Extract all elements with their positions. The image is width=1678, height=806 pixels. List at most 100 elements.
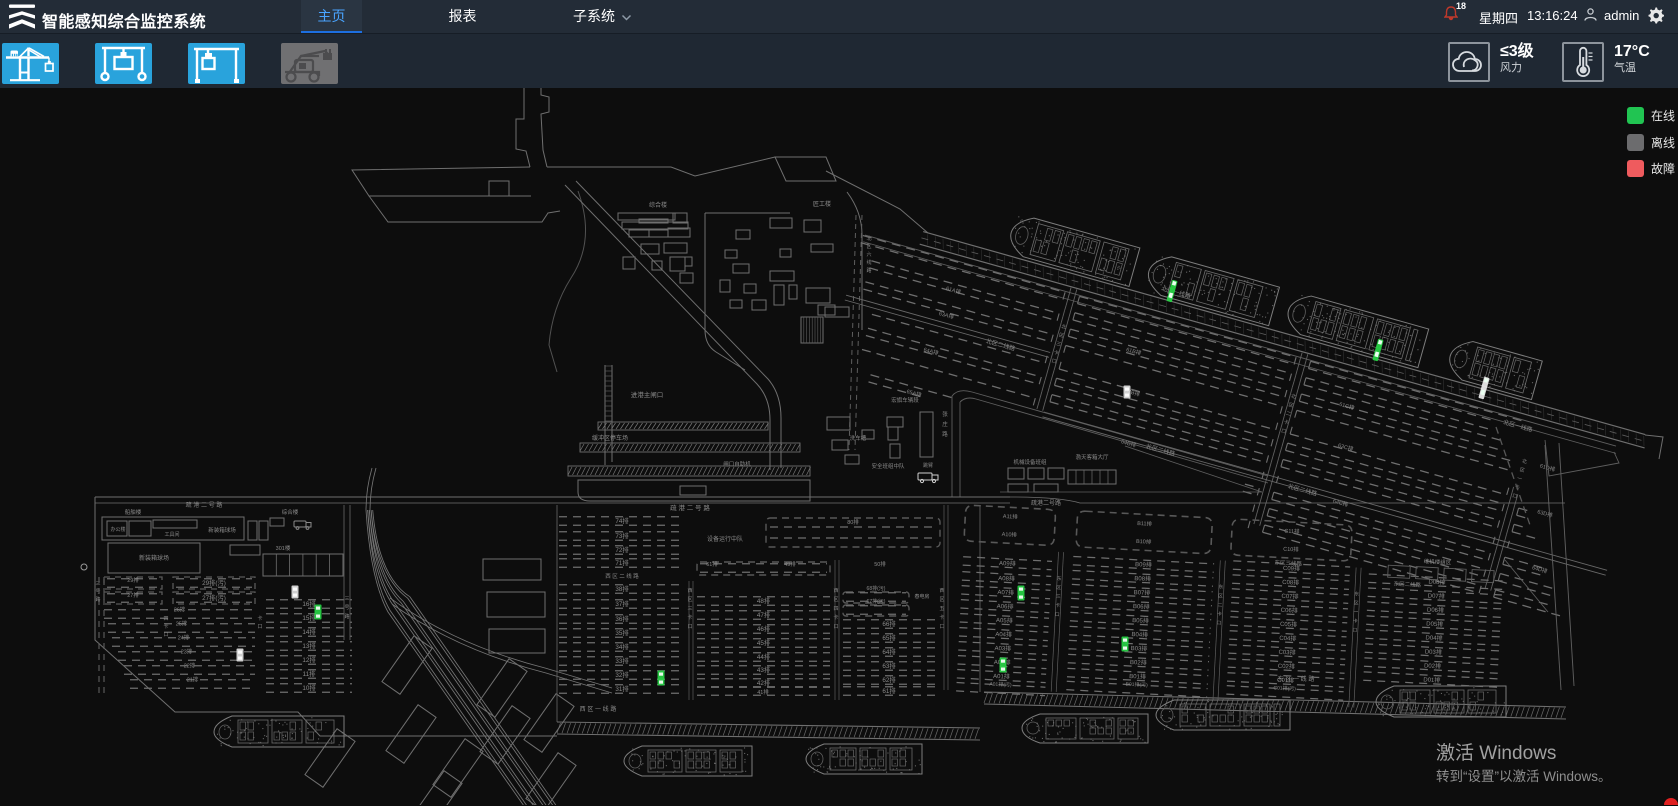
svg-text:D02排: D02排 (1424, 661, 1441, 670)
svg-text:卡: 卡 (1283, 418, 1290, 426)
svg-text:63A排: 63A排 (938, 309, 955, 321)
svg-text:综合楼: 综合楼 (649, 201, 667, 209)
svg-text:62排: 62排 (882, 675, 896, 684)
svg-text:匠工楼: 匠工楼 (813, 200, 831, 208)
svg-text:缓冲区停车场: 缓冲区停车场 (592, 434, 628, 442)
svg-text:北: 北 (1290, 392, 1297, 400)
svg-text:13排: 13排 (302, 641, 316, 650)
svg-text:47排: 47排 (757, 610, 771, 619)
svg-text:36排: 36排 (615, 614, 629, 623)
svg-text:65排: 65排 (882, 633, 896, 642)
svg-text:26排: 26排 (174, 606, 186, 614)
svg-text:66排: 66排 (882, 619, 896, 628)
svg-text:机械设备班组: 机械设备班组 (1013, 458, 1047, 466)
svg-text:44排: 44排 (757, 652, 771, 661)
svg-text:A01排: A01排 (993, 672, 1010, 681)
svg-text:B02排: B02排 (1130, 658, 1147, 667)
svg-text:B04排: B04排 (1131, 630, 1148, 639)
svg-text:43排: 43排 (757, 665, 771, 674)
svg-text:北区二线路: 北区二线路 (985, 337, 1016, 353)
svg-text:六: 六 (866, 251, 871, 258)
svg-text:34排: 34排 (615, 642, 629, 651)
svg-text:西 区 二 线 路: 西 区 二 线 路 (605, 572, 639, 580)
svg-text:B06排: B06排 (1133, 602, 1150, 611)
svg-text:路: 路 (95, 596, 100, 603)
svg-text:张: 张 (942, 410, 948, 418)
svg-text:号: 号 (95, 589, 100, 595)
svg-text:41排: 41排 (757, 688, 769, 696)
svg-text:转到“设置”以激活 Windows。: 转到“设置”以激活 Windows。 (1436, 769, 1612, 784)
svg-text:口: 口 (1216, 620, 1221, 626)
svg-text:B01排(污): B01排(污) (1125, 681, 1148, 689)
svg-text:45排: 45排 (757, 638, 771, 647)
svg-text:A09排: A09排 (999, 559, 1016, 568)
svg-text:跳臂: 跳臂 (923, 462, 933, 469)
svg-text:激活 Windows: 激活 Windows (1436, 742, 1556, 764)
svg-text:二: 二 (1217, 602, 1222, 608)
svg-text:C11排: C11排 (1284, 527, 1300, 536)
svg-text:东: 东 (1218, 583, 1223, 590)
svg-text:37排: 37排 (615, 599, 629, 608)
svg-text:春电房: 春电房 (914, 593, 929, 600)
svg-text:27排: 27排 (127, 591, 139, 599)
svg-text:C02排: C02排 (1278, 662, 1295, 671)
svg-text:12排: 12排 (302, 655, 316, 664)
svg-text:疏港二号路: 疏港二号路 (1031, 499, 1061, 507)
svg-text:61排: 61排 (882, 686, 896, 695)
svg-text:一: 一 (1353, 610, 1358, 615)
svg-text:号: 号 (344, 605, 349, 611)
svg-text:C08排: C08排 (1282, 578, 1299, 587)
svg-text:B01排: B01排 (1129, 672, 1146, 681)
svg-text:B03排: B03排 (1131, 644, 1148, 653)
svg-text:49排: 49排 (784, 560, 796, 568)
svg-text:16排: 16排 (302, 599, 316, 608)
svg-text:A05排: A05排 (996, 616, 1013, 625)
svg-text:73排: 73排 (615, 531, 629, 540)
svg-text:15排: 15排 (302, 613, 316, 622)
svg-text:74排: 74排 (615, 516, 629, 525)
svg-text:A07排: A07排 (997, 588, 1014, 597)
svg-text:西 区 一 线 路: 西 区 一 线 路 (580, 705, 617, 713)
svg-text:50排: 50排 (874, 560, 886, 568)
svg-text:卡: 卡 (1055, 602, 1060, 609)
svg-text:63排: 63排 (882, 661, 896, 670)
svg-text:24排: 24排 (178, 634, 190, 642)
svg-text:D07排: D07排 (1428, 591, 1445, 600)
svg-text:疏 港 二 号 路: 疏 港 二 号 路 (670, 503, 710, 512)
svg-text:闸口自助机: 闸口自助机 (723, 460, 751, 468)
svg-text:80排: 80排 (847, 518, 859, 526)
svg-text:北: 北 (1060, 323, 1067, 331)
svg-text:三: 三 (1056, 594, 1061, 600)
svg-text:进港主闸口: 进港主闸口 (631, 390, 664, 399)
svg-text:38排: 38排 (615, 584, 629, 593)
svg-text:B05排: B05排 (1132, 616, 1149, 625)
svg-text:疏 港 二 号 路: 疏 港 二 号 路 (186, 501, 223, 509)
svg-text:64排: 64排 (882, 647, 896, 656)
svg-text:路: 路 (942, 430, 948, 438)
svg-text:63D排: 63D排 (1536, 507, 1554, 519)
svg-text:区: 区 (1354, 600, 1359, 606)
svg-text:68排(污): 68排(污) (867, 585, 886, 592)
svg-text:C03排: C03排 (1278, 648, 1295, 657)
svg-text:D06排: D06排 (1427, 605, 1444, 614)
svg-text:D05排: D05排 (1426, 619, 1443, 628)
svg-text:区: 区 (1056, 585, 1061, 591)
svg-text:A01排(污): A01排(污) (989, 680, 1012, 688)
svg-text:67排(污): 67排(污) (867, 598, 886, 605)
svg-text:三: 三 (687, 606, 692, 612)
svg-text:22排: 22排 (184, 662, 196, 670)
svg-text:A10排: A10排 (1002, 530, 1018, 539)
svg-text:25排: 25排 (176, 620, 188, 628)
svg-text:综合楼: 综合楼 (282, 508, 299, 516)
svg-text:C10排: C10排 (1283, 545, 1299, 554)
svg-text:卡: 卡 (1053, 349, 1060, 357)
svg-text:西: 西 (833, 588, 838, 594)
svg-text:口: 口 (257, 624, 262, 630)
svg-text:72排: 72排 (615, 545, 629, 554)
svg-text:29排: 29排 (127, 576, 139, 584)
svg-text:区: 区 (1218, 593, 1223, 599)
svg-text:C07排: C07排 (1281, 592, 1298, 601)
svg-text:一: 一 (1516, 476, 1522, 483)
svg-text:29排(污): 29排(污) (202, 578, 226, 587)
svg-text:42排: 42排 (757, 678, 771, 687)
